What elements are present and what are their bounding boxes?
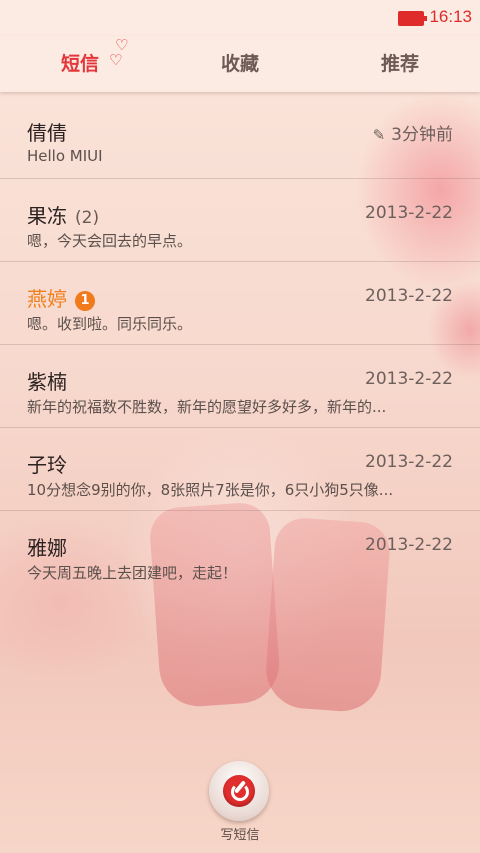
- message-preview: Hello MIUI: [27, 147, 103, 165]
- message-time: 2013-2-22: [365, 286, 453, 306]
- conversation-row[interactable]: 紫楠 2013-2-22 新年的祝福数不胜数，新年的愿望好多好多，新年的...: [0, 345, 480, 428]
- conversation-row[interactable]: 子玲 2013-2-22 10分想念9别的你，8张照片7张是你，6只小狗5只像.…: [0, 428, 480, 511]
- unread-badge: 1: [75, 291, 95, 311]
- conversation-list: 倩倩 ✎ 3分钟前 Hello MIUI 果冻 (2) 2013-2-22 嗯，今天…: [0, 96, 480, 593]
- conversation-row[interactable]: 倩倩 ✎ 3分钟前 Hello MIUI: [0, 96, 480, 179]
- thread-count: (2): [75, 208, 100, 228]
- message-time: 2013-2-22: [365, 203, 453, 223]
- battery-icon: [398, 11, 427, 26]
- conversation-row[interactable]: 雅娜 2013-2-22 今天周五晚上去团建吧，走起！: [0, 511, 480, 593]
- contact-name: 倩倩: [27, 121, 67, 145]
- message-preview: 新年的祝福数不胜数，新年的愿望好多好多，新年的...: [27, 398, 387, 416]
- status-time: 16:13: [429, 7, 472, 26]
- message-time: 2013-2-22: [365, 369, 453, 389]
- contact-name: 燕婷 1: [27, 283, 95, 312]
- compose-label: 写短信: [220, 828, 260, 843]
- message-preview: 嗯。收到啦。同乐同乐。: [27, 315, 193, 333]
- compose-button[interactable]: [209, 761, 269, 821]
- message-preview: 今天周五晚上去团建吧，走起！: [27, 564, 238, 582]
- status-bar: 16:13: [0, 0, 480, 36]
- tab-favorites[interactable]: 收藏: [180, 36, 300, 92]
- tab-bar: 短信 ♡ ♡ 收藏 推荐: [0, 36, 480, 92]
- message-preview: 10分想念9别的你，8张照片7张是你，6只小狗5只像...: [27, 481, 394, 499]
- hearts-icon: ♡ ♡: [109, 36, 129, 69]
- draft-pencil-icon: ✎: [372, 126, 386, 144]
- message-time: 2013-2-22: [365, 452, 453, 472]
- compose-icon: [223, 775, 255, 807]
- message-preview: 嗯，今天会回去的早点。: [27, 232, 193, 250]
- conversation-row[interactable]: 燕婷 1 2013-2-22 嗯。收到啦。同乐同乐。: [0, 262, 480, 345]
- contact-name: 果冻 (2): [27, 204, 100, 228]
- message-time: 2013-2-22: [365, 535, 453, 555]
- contact-name: 子玲: [27, 453, 67, 477]
- contact-name: 紫楠: [27, 370, 67, 394]
- message-time: ✎ 3分钟前: [372, 125, 453, 145]
- contact-name: 雅娜: [27, 536, 67, 560]
- conversation-row[interactable]: 果冻 (2) 2013-2-22 嗯，今天会回去的早点。: [0, 179, 480, 262]
- tab-recommended[interactable]: 推荐: [340, 36, 460, 92]
